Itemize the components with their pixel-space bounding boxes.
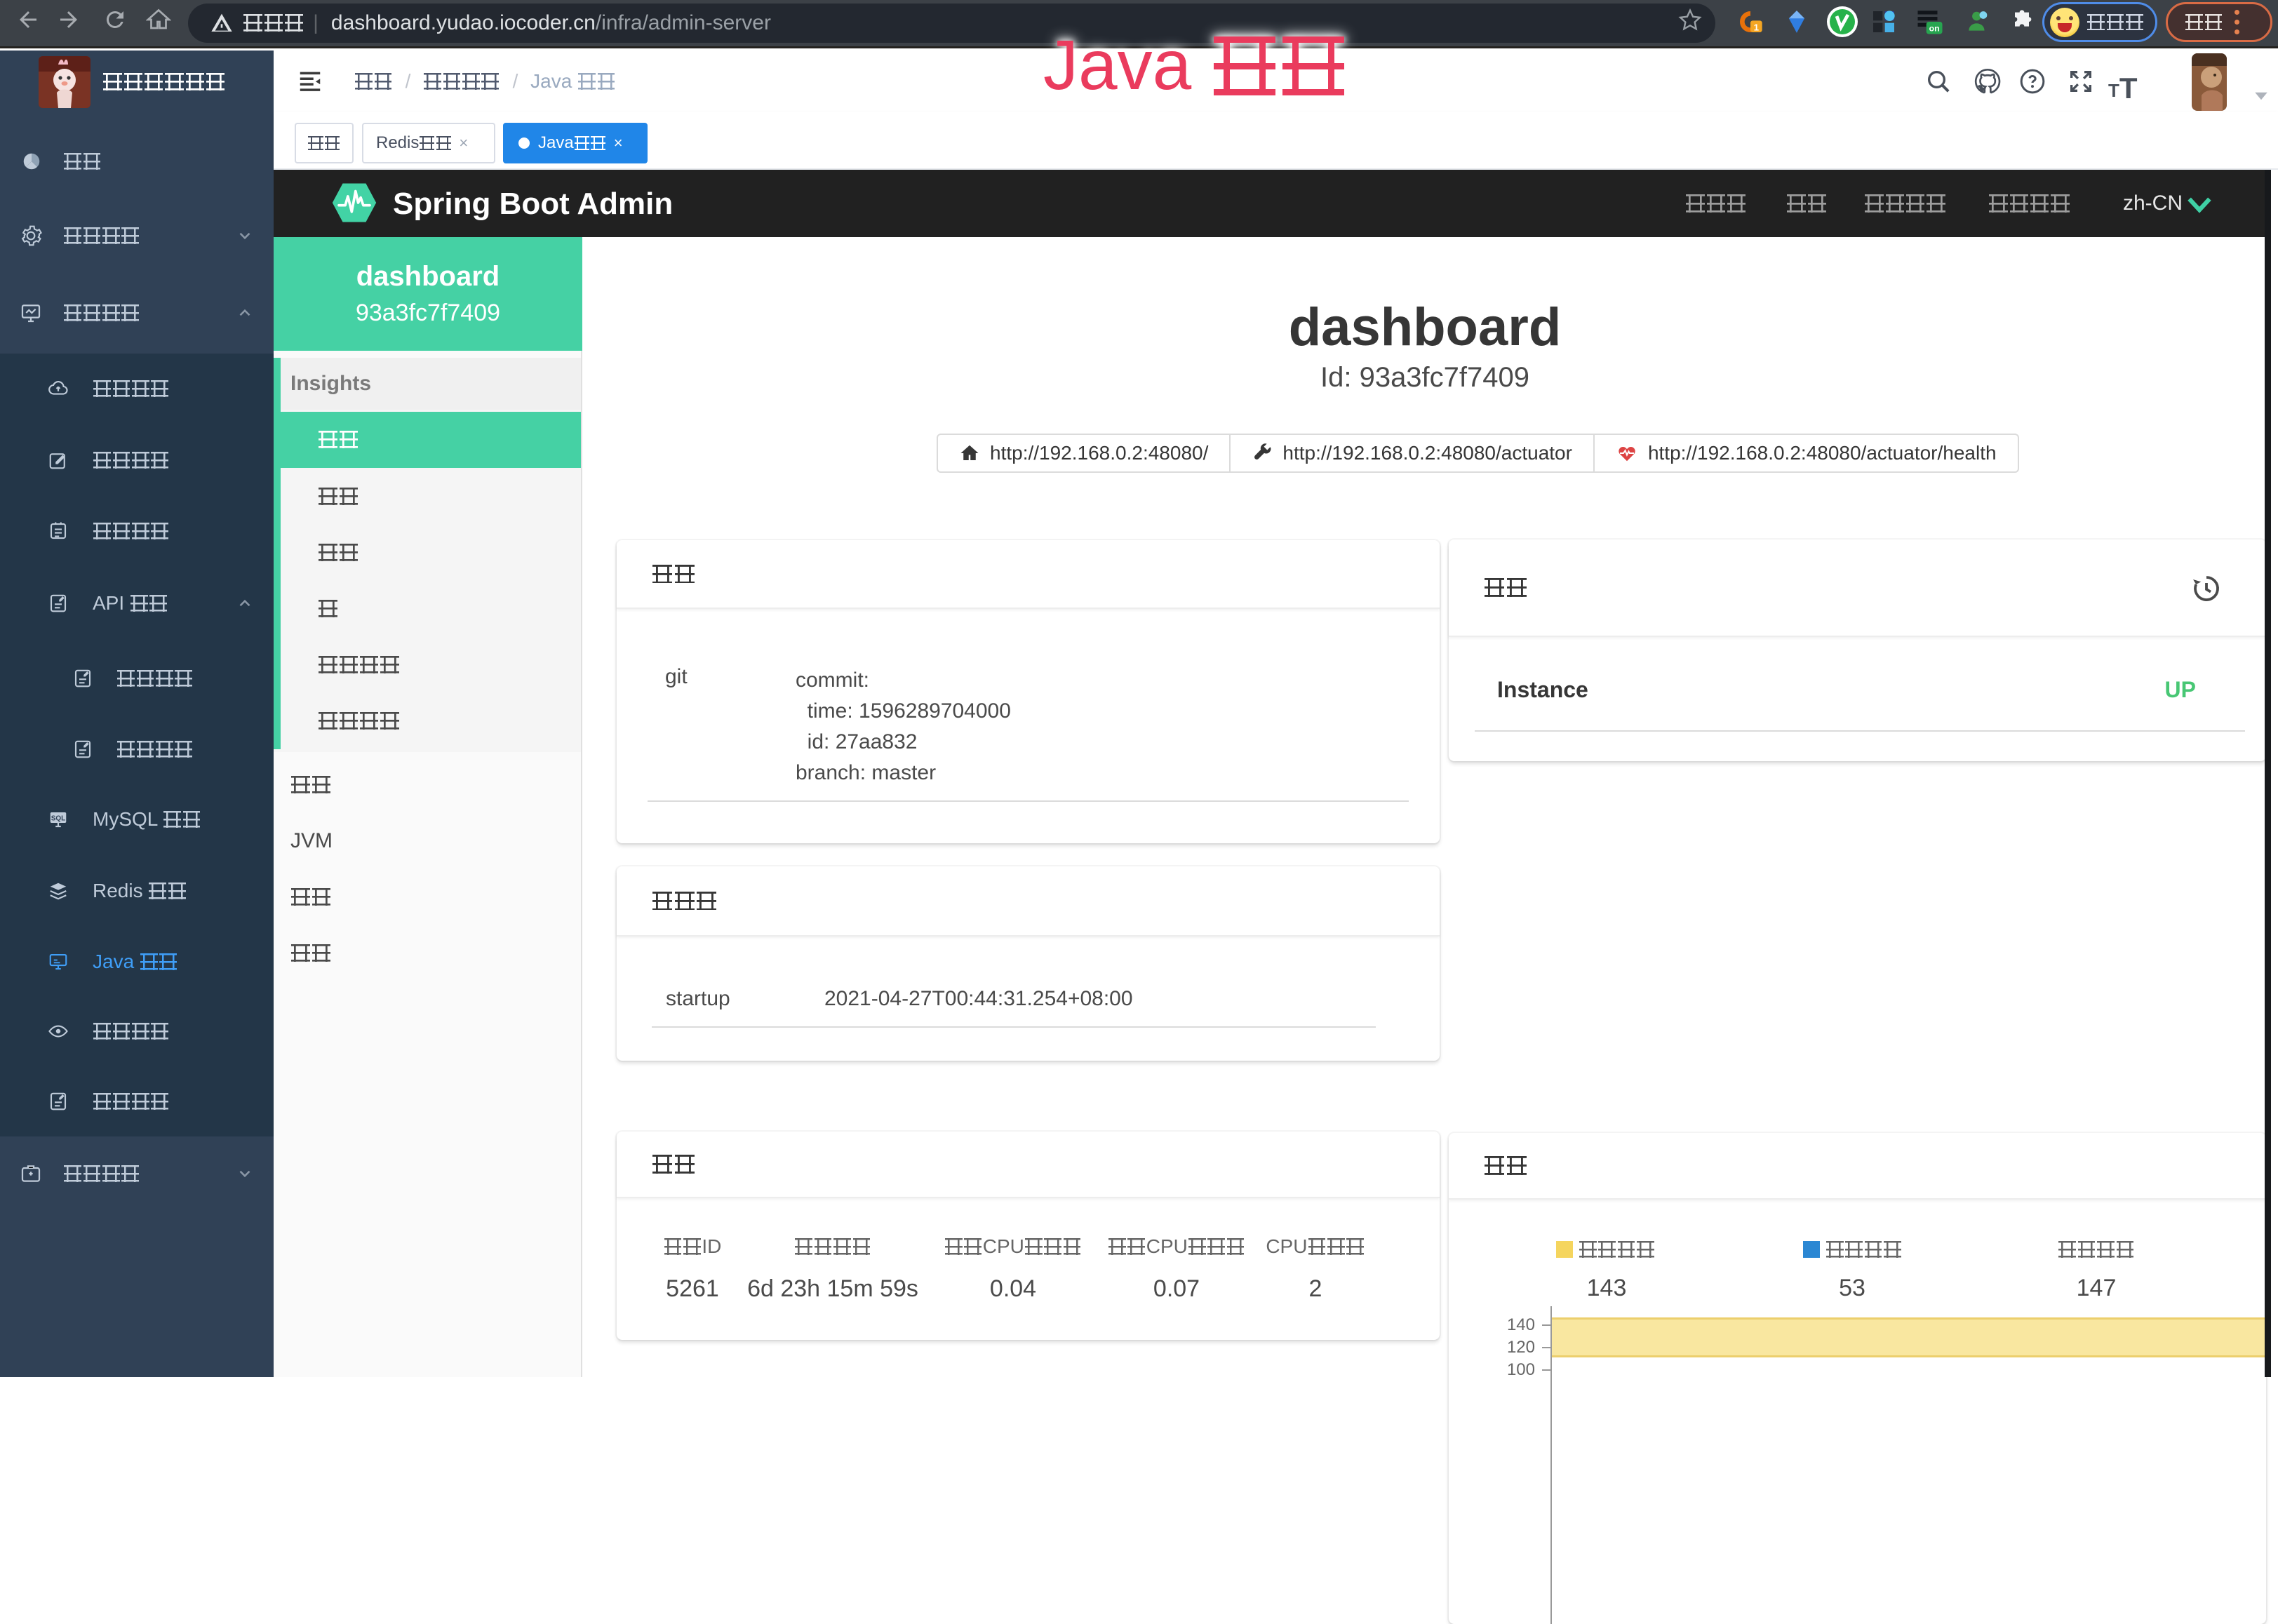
svg-text:SQL: SQL [51, 814, 66, 822]
svg-text:1: 1 [1754, 22, 1760, 33]
svg-text:on: on [1929, 24, 1940, 34]
